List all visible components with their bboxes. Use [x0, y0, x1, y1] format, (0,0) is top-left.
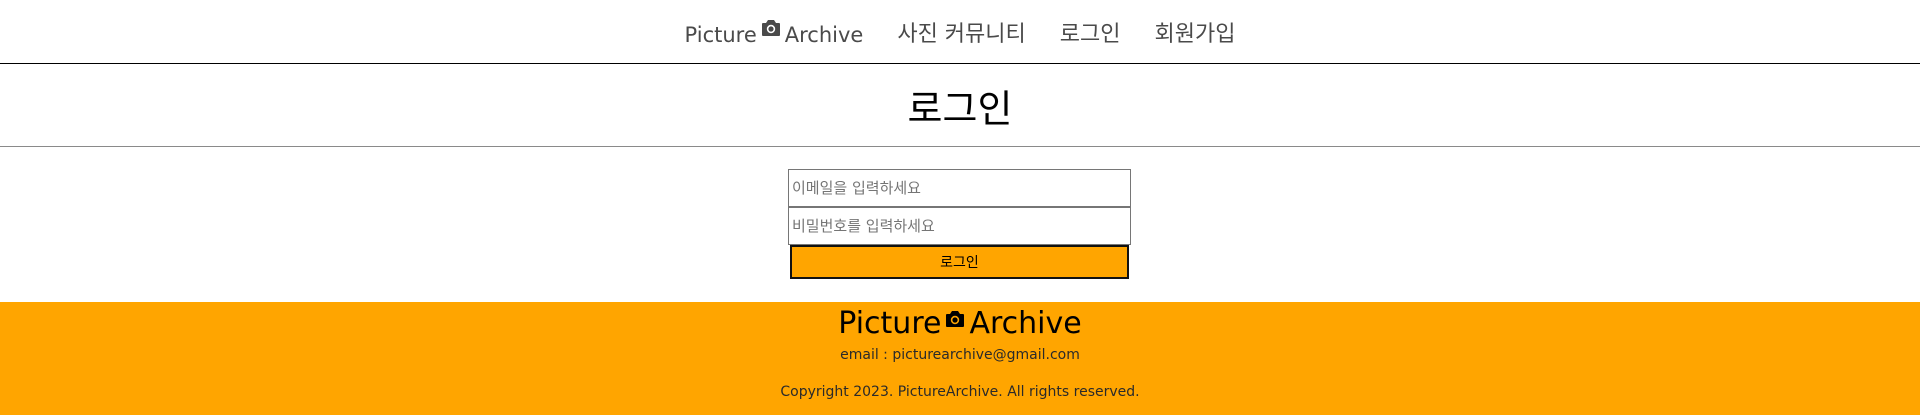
footer-logo-text-archive: Archive [969, 306, 1082, 341]
footer: Picture Archive email : picturearchive@g… [0, 302, 1920, 415]
nav-logo-link[interactable]: Picture Archive [684, 16, 864, 47]
email-input[interactable] [788, 169, 1131, 207]
page-title: 로그인 [907, 86, 1013, 131]
login-section: 로그인 [0, 147, 1920, 302]
top-navigation: Picture Archive 사진 커뮤니티 로그인 회원가입 [0, 0, 1920, 64]
camera-icon [946, 311, 965, 327]
nav-link-login[interactable]: 로그인 [1060, 16, 1121, 48]
footer-email: email : picturearchive@gmail.com [840, 347, 1080, 363]
logo-text-archive: Archive [784, 23, 864, 47]
login-form: 로그인 [788, 169, 1131, 279]
footer-logo: Picture Archive [838, 306, 1081, 341]
logo-text-picture: Picture [684, 23, 757, 47]
nav-link-signup[interactable]: 회원가입 [1155, 16, 1236, 48]
footer-copyright: Copyright 2023. PictureArchive. All righ… [780, 384, 1140, 400]
nav-links: Picture Archive 사진 커뮤니티 로그인 회원가입 [684, 16, 1236, 48]
footer-logo-text-picture: Picture [838, 306, 942, 341]
login-button[interactable]: 로그인 [790, 245, 1129, 279]
camera-icon [761, 20, 780, 36]
nav-link-photo-community[interactable]: 사진 커뮤니티 [897, 16, 1025, 48]
page-header: 로그인 [0, 64, 1920, 147]
password-input[interactable] [788, 207, 1131, 245]
